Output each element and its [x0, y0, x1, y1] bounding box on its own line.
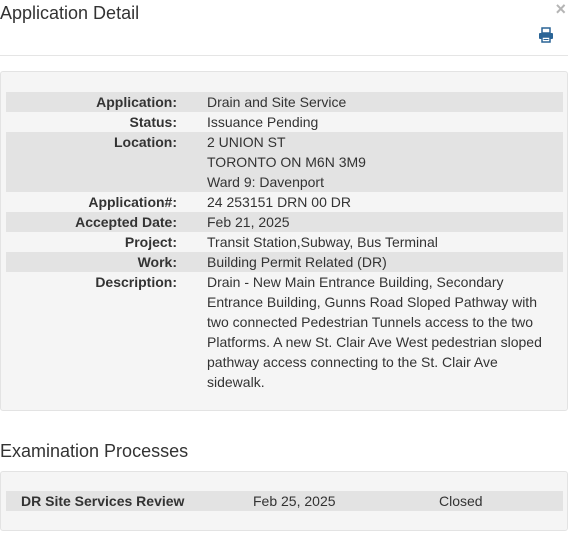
detail-value: 24 253151 DRN 00 DR [207, 194, 351, 210]
detail-label: Location: [114, 134, 177, 150]
detail-row-work: Work: Building Permit Related (DR) [6, 252, 563, 272]
details-panel: Application: Drain and Site Service Stat… [0, 71, 568, 411]
examination-panel: DR Site Services Review Feb 25, 2025 Clo… [0, 471, 568, 531]
details-table: Application: Drain and Site Service Stat… [6, 92, 563, 392]
detail-value: Transit Station,Subway, Bus Terminal [207, 234, 438, 250]
detail-row-accepted-date: Accepted Date: Feb 21, 2025 [6, 212, 563, 232]
header-divider [0, 55, 568, 56]
detail-label: Status: [129, 114, 177, 130]
detail-label: Accepted Date: [75, 214, 177, 230]
table-row: DR Site Services Review Feb 25, 2025 Clo… [6, 491, 563, 511]
detail-row-location: Location: 2 UNION ST TORONTO ON M6N 3M9 … [6, 132, 563, 192]
print-icon[interactable] [538, 27, 554, 43]
detail-row-description: Description: Drain - New Main Entrance B… [6, 272, 563, 392]
detail-label: Application: [96, 94, 177, 110]
process-date: Feb 25, 2025 [253, 493, 336, 509]
detail-label: Description: [95, 274, 177, 290]
process-name: DR Site Services Review [21, 493, 185, 509]
process-status: Closed [439, 493, 483, 509]
detail-value: 2 UNION ST TORONTO ON M6N 3M9 Ward 9: Da… [207, 132, 557, 192]
application-detail-dialog: Application Detail × Application: Drain … [0, 0, 568, 541]
detail-value: Drain - New Main Entrance Building, Seco… [207, 274, 542, 390]
dialog-title: Application Detail [0, 3, 140, 23]
detail-label: Work: [137, 254, 177, 270]
detail-row-application-number: Application#: 24 253151 DRN 00 DR [6, 192, 563, 212]
detail-value: Issuance Pending [207, 114, 319, 130]
detail-value: Feb 21, 2025 [207, 214, 290, 230]
location-city: TORONTO ON M6N 3M9 [207, 154, 366, 170]
detail-row-status: Status: Issuance Pending [6, 112, 563, 132]
detail-value: Building Permit Related (DR) [207, 254, 387, 270]
detail-value: Drain and Site Service [207, 94, 347, 110]
location-street: 2 UNION ST [207, 134, 286, 150]
examination-title: Examination Processes [0, 441, 189, 461]
detail-row-project: Project: Transit Station,Subway, Bus Ter… [6, 232, 563, 252]
detail-label: Application#: [88, 194, 177, 210]
location-ward: Ward 9: Davenport [207, 174, 324, 190]
close-icon[interactable]: × [555, 0, 566, 18]
detail-label: Project: [124, 234, 177, 250]
detail-row-application: Application: Drain and Site Service [6, 92, 563, 112]
examination-table: DR Site Services Review Feb 25, 2025 Clo… [6, 491, 563, 511]
